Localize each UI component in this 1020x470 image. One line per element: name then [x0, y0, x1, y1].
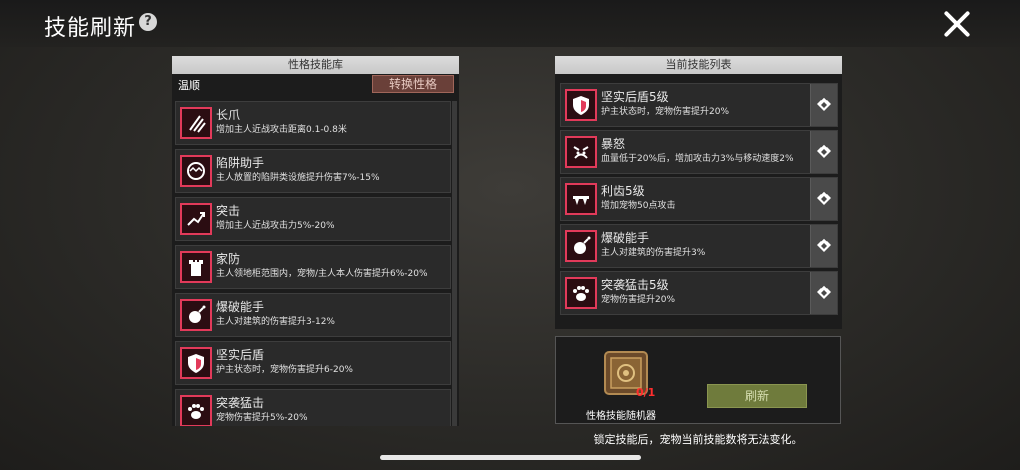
fang-icon — [565, 183, 597, 215]
lock-skill-icon[interactable] — [810, 131, 837, 173]
library-skill-card[interactable]: 陷阱助手主人放置的陷阱类设施提升伤害7%-15% — [175, 149, 451, 193]
skill-description: 增加宠物50点攻击 — [601, 201, 676, 211]
skill-description: 主人放置的陷阱类设施提升伤害7%-15% — [216, 173, 380, 183]
personality-row: 温顺 转换性格 — [172, 74, 459, 94]
paw-icon — [565, 277, 597, 309]
skill-name: 暴怒 — [601, 137, 626, 151]
bomb-icon — [180, 299, 212, 331]
shield-icon — [180, 347, 212, 379]
skill-name: 突袭猛击5级 — [601, 278, 669, 292]
skill-name: 坚实后盾 — [216, 348, 265, 362]
skill-name: 家防 — [216, 252, 241, 266]
trap-icon — [180, 155, 212, 187]
skill-name: 长爪 — [216, 108, 241, 122]
refresh-panel: 0/1 性格技能随机器 刷新 — [555, 336, 841, 424]
current-skill-card[interactable]: 利齿5级增加宠物50点攻击 — [560, 177, 838, 221]
paw-icon — [180, 395, 212, 426]
skill-library-header: 性格技能库 — [172, 56, 459, 74]
skill-description: 主人领地柜范围内，宠物/主人本人伤害提升6%-20% — [216, 269, 428, 279]
skill-description: 增加主人近战攻击距离0.1-0.8米 — [216, 125, 347, 135]
skill-description: 主人对建筑的伤害提升3% — [601, 248, 706, 258]
library-skill-card[interactable]: 突击增加主人近战攻击力5%-20% — [175, 197, 451, 241]
skill-description: 护主状态时，宠物伤害提升20% — [601, 107, 730, 117]
skill-description: 宠物伤害提升20% — [601, 295, 676, 305]
library-skill-card[interactable]: 坚实后盾护主状态时，宠物伤害提升6-20% — [175, 341, 451, 385]
current-skill-card[interactable]: 突袭猛击5级宠物伤害提升20% — [560, 271, 838, 315]
bomb-icon — [565, 230, 597, 262]
skill-description: 宠物伤害提升5%-20% — [216, 413, 308, 423]
skill-description: 护主状态时，宠物伤害提升6-20% — [216, 365, 353, 375]
lock-skill-icon[interactable] — [810, 84, 837, 126]
personality-label: 温顺 — [178, 79, 200, 92]
lock-notice: 锁定技能后，宠物当前技能数将无法变化。 — [593, 433, 803, 446]
current-skills-panel: 当前技能列表 坚实后盾5级 护主状态时，宠物伤害提升20% 暴怒 血量低于20%后，增… — [555, 56, 842, 329]
item-count: 0/1 — [636, 386, 656, 399]
skill-name: 陷阱助手 — [216, 156, 265, 170]
library-skill-card[interactable]: 突袭猛击宠物伤害提升5%-20% — [175, 389, 451, 426]
scrollbar[interactable] — [452, 101, 457, 426]
skill-description: 增加主人近战攻击力5%-20% — [216, 221, 335, 231]
rage-icon — [565, 136, 597, 168]
skill-name: 爆破能手 — [216, 300, 265, 314]
library-skill-card[interactable]: 爆破能手主人对建筑的伤害提升3-12% — [175, 293, 451, 337]
question-circle-icon[interactable]: ? — [139, 13, 157, 31]
close-x-icon[interactable] — [940, 7, 974, 41]
skill-library-panel: 性格技能库 温顺 转换性格 长爪增加主人近战攻击距离0.1-0.8米陷阱助手主人… — [172, 56, 459, 426]
randomizer-label: 性格技能随机器 — [586, 411, 656, 422]
current-skills-header: 当前技能列表 — [555, 56, 842, 74]
skill-library-list[interactable]: 长爪增加主人近战攻击距离0.1-0.8米陷阱助手主人放置的陷阱类设施提升伤害7%… — [175, 101, 451, 426]
skill-name: 坚实后盾5级 — [601, 90, 669, 104]
lock-skill-icon[interactable] — [810, 178, 837, 220]
lock-skill-icon[interactable] — [810, 225, 837, 267]
skill-name: 突击 — [216, 204, 241, 218]
skill-description: 血量低于20%后，增加攻击力3%与移动速度2% — [601, 154, 794, 164]
lock-skill-icon[interactable] — [810, 272, 837, 314]
current-skills-list: 坚实后盾5级 护主状态时，宠物伤害提升20% 暴怒 血量低于20%后，增加攻击力3%与… — [560, 83, 838, 318]
library-skill-card[interactable]: 家防主人领地柜范围内，宠物/主人本人伤害提升6%-20% — [175, 245, 451, 289]
current-skill-card[interactable]: 暴怒血量低于20%后，增加攻击力3%与移动速度2% — [560, 130, 838, 174]
skill-name: 利齿5级 — [601, 184, 645, 198]
switch-personality-button[interactable]: 转换性格 — [372, 75, 454, 93]
home-indicator[interactable] — [380, 455, 641, 460]
library-skill-card[interactable]: 长爪增加主人近战攻击距离0.1-0.8米 — [175, 101, 451, 145]
current-skill-card[interactable]: 坚实后盾5级护主状态时，宠物伤害提升20% — [560, 83, 838, 127]
shield-icon — [565, 89, 597, 121]
claw-icon — [180, 107, 212, 139]
page-title: 技能刷新 — [44, 16, 137, 41]
current-skill-card[interactable]: 爆破能手主人对建筑的伤害提升3% — [560, 224, 838, 268]
skill-description: 主人对建筑的伤害提升3-12% — [216, 317, 335, 327]
skill-name: 突袭猛击 — [216, 396, 265, 410]
title-bar: 技能刷新 ? — [0, 0, 1020, 47]
tower-icon — [180, 251, 212, 283]
charge-icon — [180, 203, 212, 235]
refresh-button[interactable]: 刷新 — [707, 384, 807, 408]
skill-name: 爆破能手 — [601, 231, 650, 245]
